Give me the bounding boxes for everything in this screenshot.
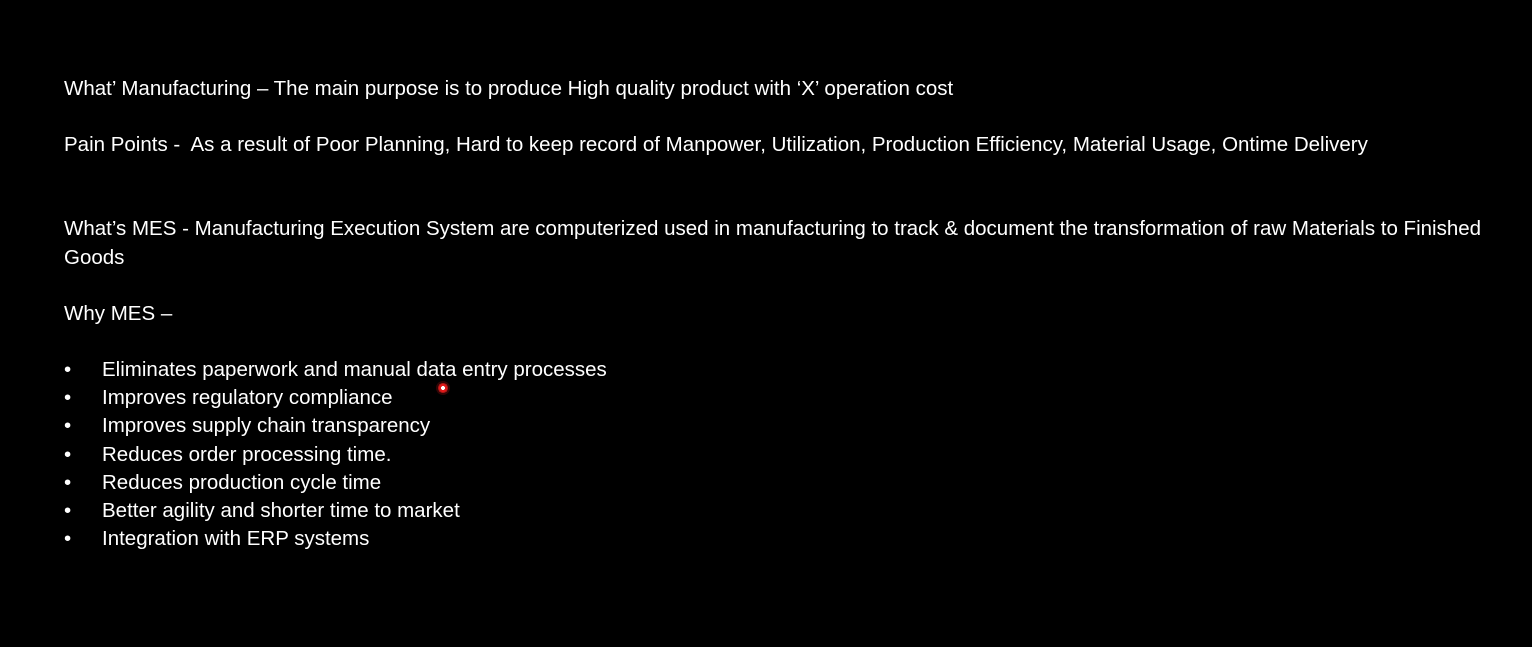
whats-mes-text: What’s MES - Manufacturing Execution Sys…	[64, 217, 1482, 269]
laser-pointer-icon	[436, 381, 450, 395]
benefit-text: Improves regulatory compliance	[102, 386, 393, 410]
list-item: • Better agility and shorter time to mark…	[64, 497, 607, 525]
benefit-text: Improves supply chain transparency	[102, 414, 431, 438]
benefit-text: Eliminates paperwork and manual data ent…	[102, 358, 607, 381]
bullet-icon: •	[64, 442, 72, 466]
pain-points-text: Pain Points - As a result of Poor Planni…	[64, 133, 1368, 156]
list-item: • Reduces production cycle time	[64, 469, 607, 497]
benefit-text: Better agility and shorter time to marke…	[102, 498, 460, 522]
list-item: • Eliminates paperwork and manual data en…	[64, 356, 607, 384]
bullet-icon: •	[64, 527, 72, 551]
bullet-icon: •	[64, 498, 72, 522]
what-manufacturing-text: What’ Manufacturing – The main purpose i…	[64, 77, 954, 100]
presentation-slide: What’ Manufacturing – The main purpose i…	[0, 0, 1532, 647]
benefit-text: Integration with ERP systems	[102, 527, 370, 551]
list-item: • Improves supply chain transparency	[64, 412, 607, 440]
bullet-icon: •	[64, 386, 72, 410]
bullet-icon: •	[64, 358, 72, 381]
why-mes-heading: Why MES –	[64, 302, 173, 325]
list-item: • Integration with ERP systems	[64, 525, 607, 553]
bullet-icon: •	[64, 470, 72, 494]
benefit-text: Reduces order processing time.	[102, 442, 392, 466]
mes-benefits-list: • Eliminates paperwork and manual data en…	[64, 356, 607, 553]
list-item: • Improves regulatory compliance	[64, 384, 607, 412]
list-item: • Reduces order processing time.	[64, 441, 607, 469]
bullet-icon: •	[64, 414, 72, 438]
benefit-text: Reduces production cycle time	[102, 470, 382, 494]
